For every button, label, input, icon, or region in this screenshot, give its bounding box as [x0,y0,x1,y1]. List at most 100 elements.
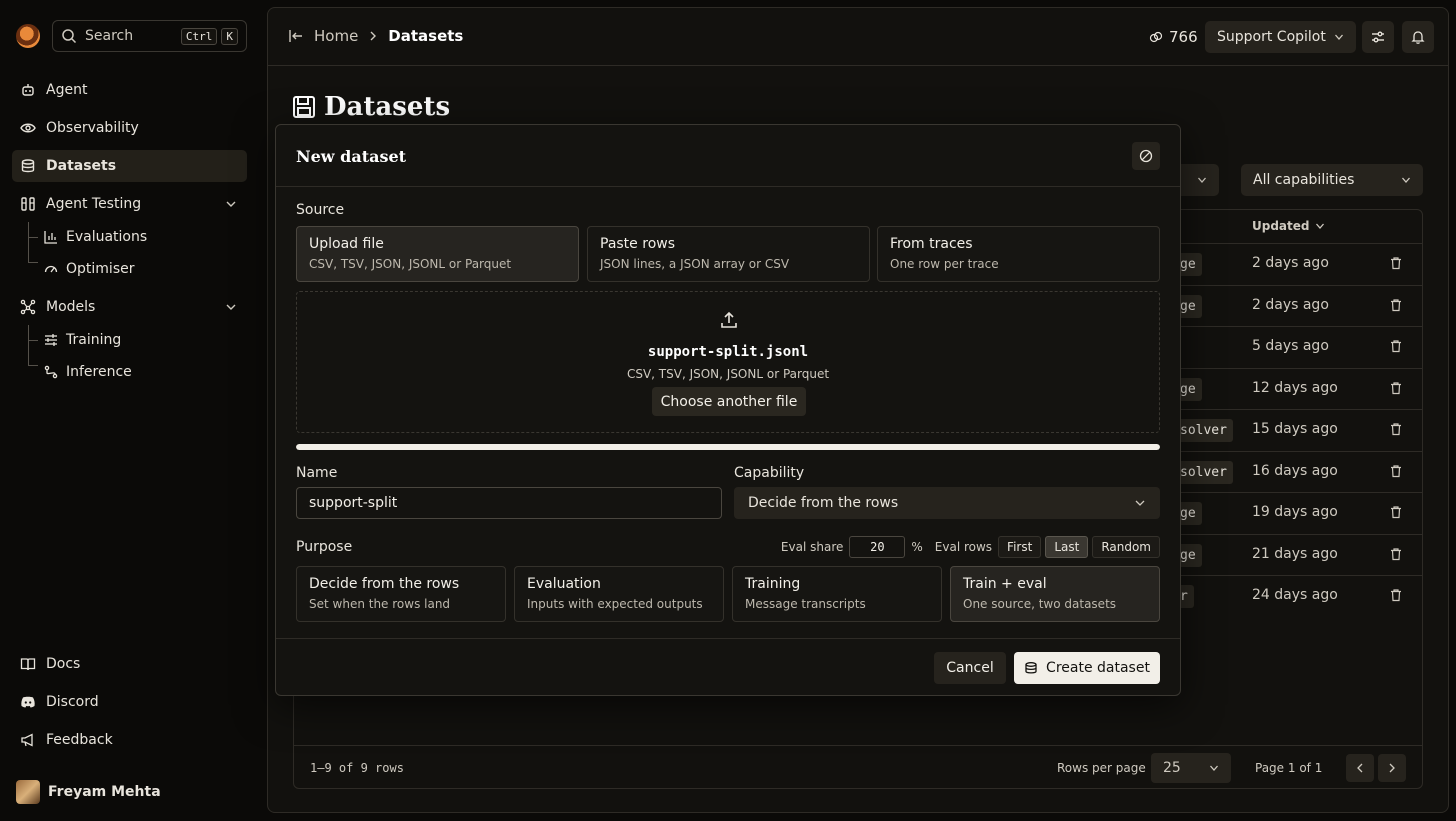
updated-date: 2 days ago [1252,255,1329,271]
trash-icon[interactable] [1389,381,1403,395]
app-logo[interactable] [16,24,40,48]
cancel-button[interactable]: Cancel [934,652,1006,684]
source-option-desc: JSON lines, a JSON array or CSV [600,257,790,271]
sidebar-item-training[interactable]: Training [44,326,121,354]
source-option[interactable]: From traces One row per trace [877,226,1160,282]
user-profile[interactable]: Freyam Mehta [16,780,161,804]
chevron-down-icon [1135,500,1145,506]
file-dropzone[interactable]: support-split.jsonl CSV, TSV, JSON, JSON… [296,291,1160,433]
book-icon [20,658,36,671]
rows-per-page-select[interactable]: 25 [1151,753,1231,783]
purpose-option[interactable]: Training Message transcripts [732,566,942,622]
network-icon [20,299,36,315]
eval-share-unit: % [911,540,923,554]
sidebar-item-optimiser[interactable]: Optimiser [44,255,134,283]
search-placeholder: Search [85,28,134,44]
eval-rows-option[interactable]: Random [1092,536,1160,558]
project-selector[interactable]: Support Copilot [1205,21,1356,53]
credits-counter: 766 [1149,28,1198,46]
close-button[interactable] [1132,142,1160,170]
source-option[interactable]: Upload file CSV, TSV, JSON, JSONL or Par… [296,226,579,282]
notifications-button[interactable] [1402,21,1434,53]
search-box[interactable]: Search Ctrl K [52,20,247,52]
column-header-updated[interactable]: Updated [1252,219,1325,233]
purpose-option[interactable]: Evaluation Inputs with expected outputs [514,566,724,622]
row-count: 1–9 of 9 rows [310,761,404,775]
purpose-option[interactable]: Decide from the rows Set when the rows l… [296,566,506,622]
upload-progress-fill [296,444,1160,450]
chevron-down-icon [1198,177,1206,183]
chevron-down-icon [1315,223,1324,229]
gauge-icon [44,265,58,273]
eval-share-input[interactable]: 20 [849,536,906,558]
sidebar-item-label: Optimiser [66,261,135,277]
sidebar-item-observability[interactable]: Observability [12,112,247,144]
next-page-button[interactable] [1378,754,1406,782]
trash-icon[interactable] [1389,298,1403,312]
dialog-footer: Cancel Create dataset [276,638,1180,696]
avatar [16,780,40,804]
sidebar-item-discord[interactable]: Discord [12,686,247,718]
chevron-down-icon[interactable] [225,198,237,210]
credits-value: 766 [1169,28,1198,46]
choose-file-button[interactable]: Choose another file [652,387,806,416]
collapse-sidebar-icon[interactable] [288,28,304,44]
chevron-down-icon[interactable] [225,301,237,313]
page-title-text: Datasets [324,92,451,122]
updated-date: 24 days ago [1252,587,1338,603]
eval-settings: Eval share 20 % Eval rows First Last Rando… [781,536,1160,558]
bell-icon [1411,31,1425,44]
trash-icon[interactable] [1389,422,1403,436]
name-label: Name [296,465,338,481]
sidebar-item-label: Observability [46,120,139,136]
trash-icon[interactable] [1389,588,1403,602]
rows-per-page-label: Rows per page [1057,761,1146,775]
capability-select[interactable]: Decide from the rows [734,487,1160,519]
tree-line [28,222,29,262]
trash-icon[interactable] [1389,547,1403,561]
sidebar-item-label: Datasets [46,158,117,174]
sidebar-item-docs[interactable]: Docs [12,648,247,680]
source-option[interactable]: Paste rows JSON lines, a JSON array or C… [587,226,870,282]
create-dataset-button[interactable]: Create dataset [1014,652,1160,684]
purpose-option-desc: Message transcripts [745,597,866,611]
sidebar-item-datasets[interactable]: Datasets [12,150,247,182]
tree-branch [28,340,38,341]
eval-rows-option[interactable]: Last [1045,536,1089,558]
breadcrumb: Home Datasets [288,27,463,45]
prev-page-button[interactable] [1346,754,1374,782]
coins-icon [1149,31,1163,43]
sidebar-item-evaluations[interactable]: Evaluations [44,223,147,251]
trash-icon[interactable] [1389,505,1403,519]
trash-icon[interactable] [1389,464,1403,478]
sliders-icon [45,334,57,346]
sidebar-item-agent[interactable]: Agent [12,74,247,106]
purpose-option-desc: Set when the rows land [309,597,451,611]
tree-line [28,325,29,365]
breadcrumb-home[interactable]: Home [314,27,358,45]
sidebar-item-agent-testing[interactable]: Agent Testing [12,188,247,220]
purpose-option[interactable]: Train + eval One source, two datasets [950,566,1160,622]
sidebar-item-feedback[interactable]: Feedback [12,724,247,756]
settings-button[interactable] [1362,21,1394,53]
sidebar-item-models[interactable]: Models [12,291,247,323]
chevron-down-icon [1334,34,1343,40]
upload-icon [721,311,737,328]
eye-icon [20,123,36,133]
capabilities-filter[interactable]: All capabilities [1241,164,1423,196]
sliders-icon [1372,31,1384,43]
eval-rows-option[interactable]: First [998,536,1042,558]
name-input[interactable]: support-split [296,487,722,519]
close-icon [1139,149,1153,163]
updated-date: 16 days ago [1252,462,1338,479]
sidebar-item-inference[interactable]: Inference [44,358,132,386]
source-option-title: From traces [890,236,973,252]
sidebar-item-label: Agent [46,82,88,98]
purpose-option-title: Train + eval [963,576,1047,592]
trash-icon[interactable] [1389,339,1403,353]
updated-date: 2 days ago [1252,296,1329,313]
trash-icon[interactable] [1389,256,1403,270]
table-footer: 1–9 of 9 rows Rows per page 25 Page 1 of… [294,745,1422,789]
tree-branch [28,262,38,263]
rows-per-page-value: 25 [1163,760,1181,776]
